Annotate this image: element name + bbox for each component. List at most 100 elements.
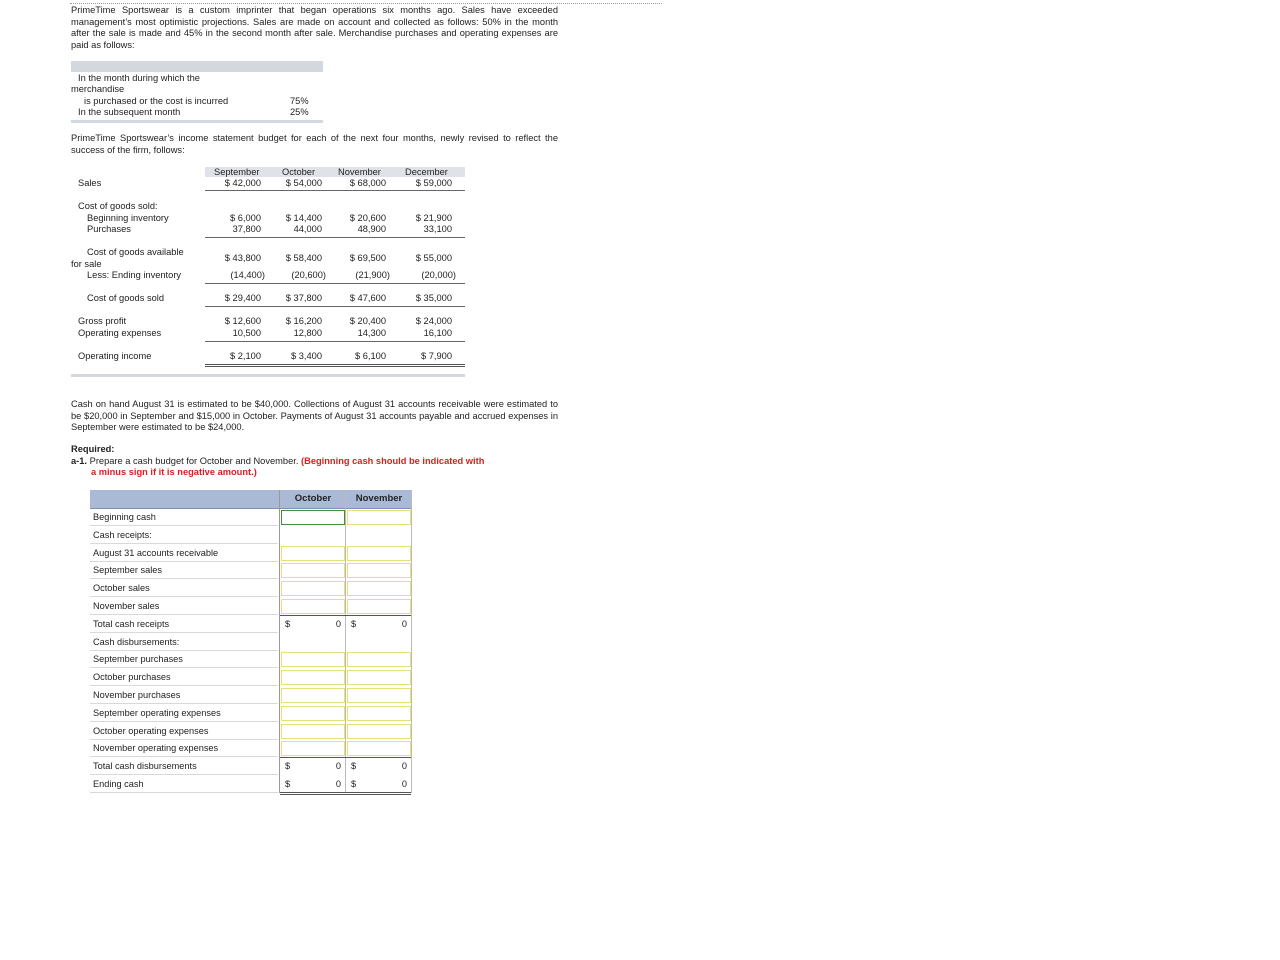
goods-available-label-1: Cost of goods available <box>87 247 184 257</box>
purchases-value: 33,100 <box>423 224 452 234</box>
ending-cash-november: $ 0 <box>347 776 411 792</box>
november-sales-october-input[interactable] <box>281 599 345 614</box>
budget-intro: PrimeTime Sportswear’s income statement … <box>71 133 558 155</box>
september-purchases-october-input[interactable] <box>281 652 345 667</box>
cogs-divider <box>205 306 465 307</box>
september-sales-october-input[interactable] <box>281 563 345 578</box>
ending-cash-october: $ 0 <box>281 776 345 792</box>
row-label-september-purchases: September purchases <box>90 651 278 668</box>
operating-expenses-value: 12,800 <box>293 328 322 338</box>
september-operating-expenses-november-input[interactable] <box>347 706 411 721</box>
row-label-september-operating-expenses: September operating expenses <box>90 705 278 722</box>
row-label-november-purchases: November purchases <box>90 687 278 704</box>
payment-terms-header-band <box>71 61 323 72</box>
income-footer-band <box>71 374 465 377</box>
beg-inventory-value: $ 21,900 <box>415 213 452 223</box>
sales-divider <box>205 190 465 191</box>
row-label-beginning-cash: Beginning cash <box>90 509 278 526</box>
gross-profit-label: Gross profit <box>78 316 127 326</box>
currency-symbol: $ <box>351 779 357 789</box>
purchases-value: 48,900 <box>357 224 386 234</box>
row-label-cash-disbursements: Cash disbursements: <box>90 634 278 651</box>
sales-value: $ 54,000 <box>285 178 322 188</box>
total-disbursements-november: $ 0 <box>347 758 411 774</box>
cogs-total-value: $ 37,800 <box>285 293 322 303</box>
month-header-october: October <box>282 167 316 177</box>
ending-inventory-value: (20,600) <box>291 270 326 280</box>
column-divider <box>345 490 346 793</box>
ending-cash-november-value: 0 <box>401 779 407 789</box>
row-label-november-sales: November sales <box>90 598 278 615</box>
october-operating-expenses-november-input[interactable] <box>347 724 411 739</box>
payment-terms-row1-value: 75% <box>290 96 309 106</box>
ending-inventory-value: (21,900) <box>355 270 390 280</box>
goods-available-label-2: for sale <box>71 259 102 269</box>
column-header-october: October <box>294 493 332 504</box>
currency-symbol: $ <box>351 761 357 771</box>
november-operating-expenses-november-input[interactable] <box>347 741 411 756</box>
payment-terms-row1-line3: is purchased or the cost is incurred <box>84 96 229 106</box>
august-31-accounts-receivable-november-input[interactable] <box>347 546 411 561</box>
beginning-cash-november-input[interactable] <box>347 510 411 525</box>
currency-symbol: $ <box>285 619 291 629</box>
operating-income-value: $ 2,100 <box>229 351 261 361</box>
ending-inventory-divider <box>205 283 465 284</box>
gross-profit-value: $ 24,000 <box>415 316 452 326</box>
gross-profit-value: $ 12,600 <box>224 316 261 326</box>
october-operating-expenses-october-input[interactable] <box>281 724 345 739</box>
september-operating-expenses-october-input[interactable] <box>281 706 345 721</box>
november-operating-expenses-october-input[interactable] <box>281 741 345 756</box>
beg-inventory-value: $ 6,000 <box>229 213 261 223</box>
operating-income-value: $ 6,100 <box>354 351 386 361</box>
row-label-total-cash-disbursements: Total cash disbursements <box>90 758 278 775</box>
total-disbursements-november-value: 0 <box>401 761 407 771</box>
operating-income-label: Operating income <box>78 351 152 361</box>
required-note-line2: a minus sign if it is negative amount.) <box>91 467 257 477</box>
required-note-line1: (Beginning cash should be indicated with <box>301 456 485 466</box>
operating-expenses-label: Operating expenses <box>78 328 162 338</box>
payment-terms-row2-value: 25% <box>290 107 309 117</box>
october-purchases-november-input[interactable] <box>347 670 411 685</box>
september-sales-november-input[interactable] <box>347 563 411 578</box>
row-label-october-purchases: October purchases <box>90 669 278 686</box>
currency-symbol: $ <box>351 619 357 629</box>
month-header-september: September <box>214 167 260 177</box>
total-receipts-october-value: 0 <box>335 619 341 629</box>
payment-terms-row1-line2: merchandise <box>71 84 125 94</box>
month-header-december: December <box>405 167 448 177</box>
column-divider <box>279 490 280 793</box>
operating-expenses-value: 14,300 <box>357 328 386 338</box>
total-disbursements-october-value: 0 <box>335 761 341 771</box>
currency-symbol: $ <box>285 761 291 771</box>
intro-paragraph: PrimeTime Sportswear is a custom imprint… <box>71 5 558 50</box>
required-heading: Required: <box>71 444 115 454</box>
october-sales-october-input[interactable] <box>281 581 345 596</box>
beg-inventory-label: Beginning inventory <box>87 213 169 223</box>
october-sales-november-input[interactable] <box>347 581 411 596</box>
purchases-divider <box>205 237 465 238</box>
goods-available-value: $ 55,000 <box>415 253 452 263</box>
total-receipts-october: $ 0 <box>281 616 345 632</box>
row-label-august-31-accounts-receivable: August 31 accounts receivable <box>90 545 278 562</box>
total-receipts-november-value: 0 <box>401 619 407 629</box>
sales-value: $ 59,000 <box>415 178 452 188</box>
goods-available-value: $ 69,500 <box>349 253 386 263</box>
row-label-november-operating-expenses: November operating expenses <box>90 740 278 757</box>
beginning-cash-october-input[interactable] <box>281 510 345 525</box>
cogs-total-value: $ 35,000 <box>415 293 452 303</box>
required-item-number: a-1. <box>71 456 88 466</box>
row-label-september-sales: September sales <box>90 562 278 579</box>
row-label-october-sales: October sales <box>90 580 278 597</box>
november-purchases-october-input[interactable] <box>281 688 345 703</box>
ending-inventory-label: Less: Ending inventory <box>87 270 182 280</box>
ending-inventory-value: (20,000) <box>421 270 456 280</box>
november-sales-november-input[interactable] <box>347 599 411 614</box>
operating-expenses-value: 10,500 <box>232 328 261 338</box>
november-purchases-november-input[interactable] <box>347 688 411 703</box>
row-label-cash-receipts: Cash receipts: <box>90 527 278 544</box>
october-purchases-october-input[interactable] <box>281 670 345 685</box>
august-31-accounts-receivable-october-input[interactable] <box>281 546 345 561</box>
purchases-label: Purchases <box>87 224 131 234</box>
september-purchases-november-input[interactable] <box>347 652 411 667</box>
column-header-november: November <box>355 493 403 504</box>
